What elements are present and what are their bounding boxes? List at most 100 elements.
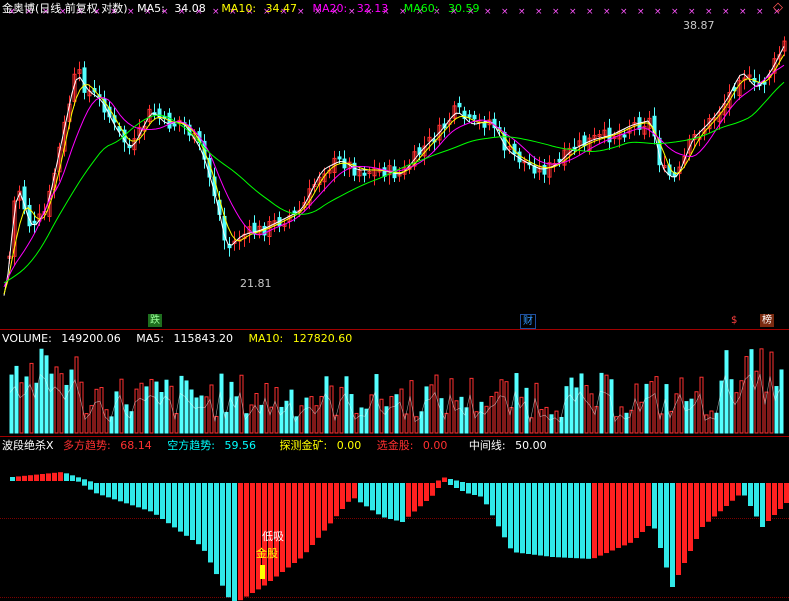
trend-bar — [784, 483, 789, 503]
trend-bar — [244, 483, 249, 597]
volume-bar — [49, 373, 54, 434]
trend-bar — [676, 483, 681, 575]
die-badge[interactable]: 跌 — [148, 314, 162, 327]
trend-bar — [610, 483, 615, 551]
vol-ma10-label: MA10: — [248, 332, 284, 345]
trend-bar — [736, 483, 741, 496]
trend-bar — [400, 483, 405, 522]
candle-body — [472, 114, 477, 120]
volume-bar — [569, 377, 574, 434]
trend-bar — [106, 483, 111, 498]
trend-bar — [772, 483, 777, 515]
trend-bar — [484, 483, 489, 505]
trend-bar — [628, 483, 633, 543]
volume-readout: VOLUME: 149200.06 — [2, 332, 127, 345]
trend-bar — [364, 483, 369, 507]
trend-bar — [34, 474, 39, 481]
volume-bar — [724, 350, 729, 434]
trend-bar — [142, 483, 147, 510]
bang-badge[interactable]: 榜 — [760, 314, 774, 327]
ma10-readout: MA10: 34.47 — [221, 2, 303, 15]
volume-chart-panel[interactable]: VOLUME: 149200.06 MA5: 115843.20 MA10: 1… — [0, 330, 789, 437]
trend-bar — [718, 483, 723, 512]
mid-readout: 中间线: 50.00 — [469, 439, 553, 452]
candle-body — [517, 151, 522, 163]
volume-bar — [599, 372, 604, 434]
volume-value: 149200.06 — [61, 332, 121, 345]
top-signal-mark: × — [552, 7, 560, 17]
volume-bar — [129, 411, 134, 434]
candle-body — [362, 172, 367, 176]
volume-bar — [519, 396, 524, 434]
trend-bar — [742, 483, 747, 496]
trend-bar — [670, 483, 675, 587]
volume-bar — [694, 391, 699, 434]
trend-bar — [532, 483, 537, 555]
trend-bar — [70, 475, 75, 481]
candle-body — [382, 167, 387, 177]
volume-bar — [414, 416, 419, 434]
trend-bar — [316, 483, 321, 538]
volume-bar — [709, 410, 714, 434]
top-signal-mark: × — [518, 7, 526, 17]
trend-histogram[interactable] — [0, 437, 789, 601]
volume-bar — [584, 385, 589, 434]
diamond-icon[interactable]: ◇ — [773, 0, 783, 15]
volume-bar — [574, 387, 579, 434]
trend-bar — [778, 483, 783, 509]
volume-bar — [629, 409, 634, 434]
candle-body — [337, 156, 342, 160]
volume-bar — [479, 401, 484, 434]
volume-bar — [594, 406, 599, 434]
volume-bars[interactable] — [0, 330, 789, 437]
volume-bar — [439, 398, 444, 434]
candle-body — [82, 67, 87, 93]
ma20-label: MA20: — [312, 2, 348, 15]
dollar-badge[interactable]: $ — [729, 314, 739, 327]
volume-bar — [19, 382, 24, 434]
ma5-readout: MA5: 34.08 — [137, 2, 212, 15]
candle-body — [467, 114, 472, 118]
volume-bar — [104, 409, 109, 434]
volume-bar — [514, 373, 519, 434]
volume-bar — [579, 373, 584, 434]
volume-bar — [99, 387, 104, 434]
cai-badge[interactable]: 财 — [520, 314, 536, 329]
volume-bar — [409, 380, 414, 434]
volume-bar — [684, 401, 689, 434]
trend-bar — [658, 483, 663, 548]
top-signal-mark: × — [535, 7, 543, 17]
low-price-marker: 21.81 — [240, 277, 272, 290]
volume-bar — [279, 406, 284, 434]
trend-bar — [388, 483, 393, 519]
trend-bar — [652, 483, 657, 529]
trend-bar — [250, 483, 255, 593]
trend-bar — [292, 483, 297, 563]
volume-bar — [164, 379, 169, 434]
price-chart-panel[interactable]: × × × × × × × × × × × × × × × × × × × × × × × × × × × × × × × × × × × × × × × ×… — [0, 0, 789, 330]
volume-bar — [624, 412, 629, 434]
volume-bar — [44, 355, 49, 434]
indicator-panel[interactable]: 波段绝杀X 多方趋势: 68.14 空方趋势: 59.56 探测金矿: 0.00… — [0, 437, 789, 601]
volume-bar — [499, 379, 504, 434]
trend-bar — [550, 483, 555, 557]
volume-bar — [539, 409, 544, 434]
trend-bar — [376, 483, 381, 515]
trend-bar — [622, 483, 627, 546]
candlestick-chart[interactable]: × × × × × × × × × × × × × × × × × × × × × × × × × × × × × × × × × × × × × × × ×… — [0, 0, 789, 330]
volume-bar — [379, 398, 384, 434]
volume-bar — [304, 397, 309, 434]
trend-bar — [634, 483, 639, 538]
volume-bar — [434, 374, 439, 434]
trend-bar — [466, 483, 471, 494]
volume-bar — [64, 384, 69, 434]
vol-ma10-readout: MA10: 127820.60 — [249, 332, 359, 345]
ma60-line — [3, 81, 785, 284]
trend-bar — [184, 483, 189, 536]
trend-bar — [586, 483, 591, 559]
volume-bar — [459, 396, 464, 434]
indicator-header: 波段绝杀X 多方趋势: 68.14 空方趋势: 59.56 探测金矿: 0.00… — [2, 439, 559, 453]
trend-bar — [454, 480, 459, 488]
top-signal-mark: × — [739, 7, 747, 17]
volume-bar — [134, 388, 139, 434]
